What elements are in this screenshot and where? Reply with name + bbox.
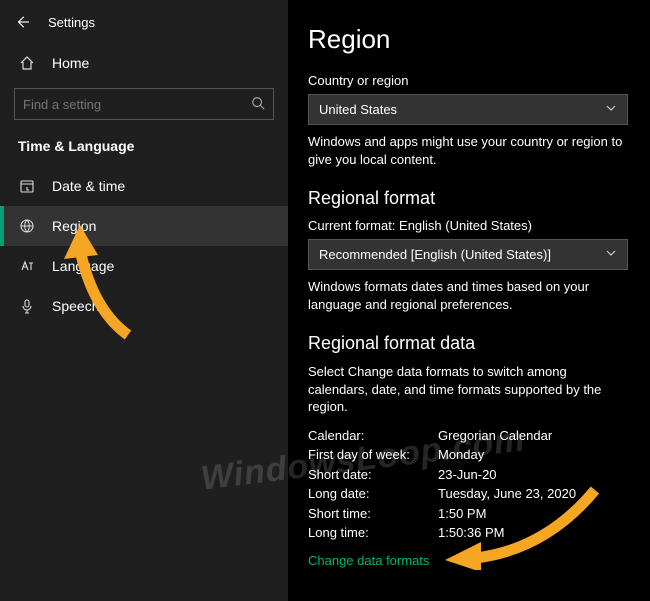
back-icon[interactable] [14,14,30,30]
sidebar-item-label: Date & time [52,178,125,194]
format-key: Long date: [308,484,438,504]
mic-icon [18,297,36,315]
search-box[interactable] [14,88,274,120]
home-label: Home [52,55,89,71]
format-val: Gregorian Calendar [438,426,552,446]
format-value: Recommended [English (United States)] [319,247,551,262]
format-key: Calendar: [308,426,438,446]
search-wrap [0,82,288,134]
sidebar-item-label: Region [52,218,96,234]
format-val: Tuesday, June 23, 2020 [438,484,576,504]
app-title: Settings [48,15,95,30]
format-help: Windows formats dates and times based on… [308,278,626,313]
chevron-down-icon [605,247,617,262]
home-icon [18,54,36,72]
format-row: Long date: Tuesday, June 23, 2020 [308,484,626,504]
country-dropdown[interactable]: United States [308,94,628,125]
format-key: First day of week: [308,445,438,465]
country-help: Windows and apps might use your country … [308,133,626,168]
change-data-formats-link[interactable]: Change data formats [308,543,626,568]
settings-sidebar: Settings Home Time & Language Date & tim… [0,0,288,601]
language-icon [18,257,36,275]
main-pane: Region Country or region United States W… [288,0,650,601]
sidebar-item-language[interactable]: Language [0,246,288,286]
format-dropdown[interactable]: Recommended [English (United States)] [308,239,628,270]
format-val: 1:50:36 PM [438,523,505,543]
format-table: Calendar: Gregorian Calendar First day o… [308,426,626,543]
format-val: 1:50 PM [438,504,486,524]
format-key: Long time: [308,523,438,543]
format-data-heading: Regional format data [308,333,626,354]
home-nav[interactable]: Home [0,44,288,82]
clock-icon [18,177,36,195]
sidebar-header: Settings [0,10,288,44]
format-row: Short time: 1:50 PM [308,504,626,524]
search-input[interactable] [23,97,251,112]
format-row: Short date: 23-Jun-20 [308,465,626,485]
section-title: Time & Language [0,134,288,166]
search-icon [251,96,265,113]
sidebar-item-region[interactable]: Region [0,206,288,246]
sidebar-item-speech[interactable]: Speech [0,286,288,326]
sidebar-item-label: Language [52,258,114,274]
format-row: First day of week: Monday [308,445,626,465]
format-row: Calendar: Gregorian Calendar [308,426,626,446]
country-value: United States [319,102,397,117]
sidebar-item-label: Speech [52,298,99,314]
format-val: 23-Jun-20 [438,465,497,485]
country-label: Country or region [308,73,626,88]
format-row: Long time: 1:50:36 PM [308,523,626,543]
format-val: Monday [438,445,484,465]
sidebar-item-date-time[interactable]: Date & time [0,166,288,206]
page-title: Region [308,24,626,55]
chevron-down-icon [605,102,617,117]
data-help: Select Change data formats to switch amo… [308,363,626,416]
regional-format-heading: Regional format [308,188,626,209]
globe-icon [18,217,36,235]
format-key: Short time: [308,504,438,524]
format-label: Current format: English (United States) [308,218,626,233]
format-key: Short date: [308,465,438,485]
